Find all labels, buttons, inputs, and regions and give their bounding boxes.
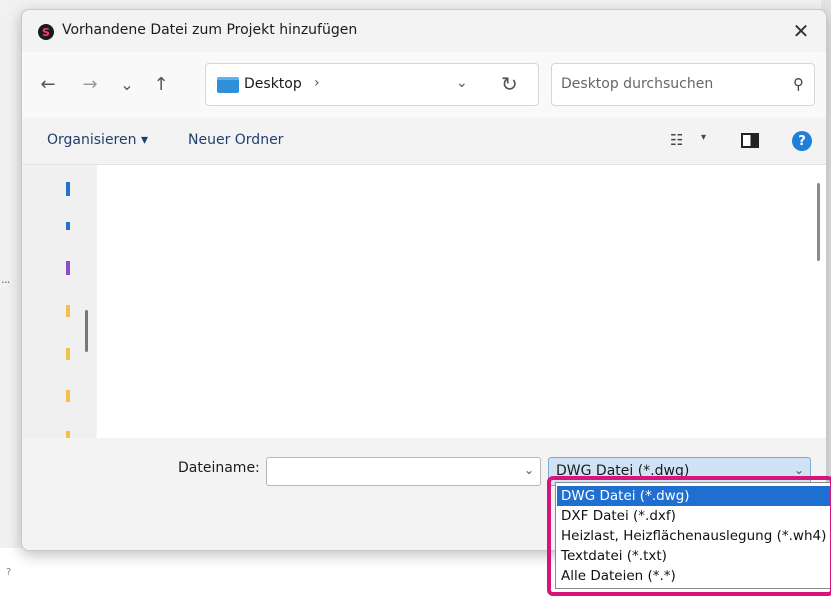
search-placeholder: Desktop durchsuchen [561, 76, 714, 92]
folder-icon[interactable] [66, 305, 70, 317]
dialog-title: Vorhandene Datei zum Projekt hinzufügen [62, 22, 358, 38]
refresh-icon[interactable]: ↻ [501, 72, 518, 96]
organize-menu-button[interactable]: Organisieren ▾ [47, 132, 148, 148]
navigation-pane[interactable] [22, 165, 96, 438]
nav-item-icon[interactable] [66, 261, 70, 275]
filename-dropdown-icon[interactable]: ⌄ [524, 463, 534, 477]
file-type-option-wh4[interactable]: Heizlast, Heizflächenauslegung (*.wh4) [557, 526, 830, 546]
file-list-area[interactable] [97, 165, 826, 438]
background-edge-char: ? [6, 567, 12, 578]
nav-item-icon[interactable] [66, 222, 70, 230]
file-type-option-all[interactable]: Alle Dateien (*.*) [557, 566, 830, 586]
help-icon[interactable]: ? [792, 131, 812, 151]
navigation-scrollbar[interactable] [85, 310, 88, 352]
close-icon[interactable]: ✕ [786, 16, 816, 46]
file-open-dialog: S Vorhandene Datei zum Projekt hinzufüge… [21, 9, 827, 551]
title-bar: S Vorhandene Datei zum Projekt hinzufüge… [22, 10, 826, 52]
breadcrumb-separator-icon[interactable]: › [314, 75, 320, 91]
preview-pane-icon[interactable] [741, 133, 759, 148]
nav-item-icon[interactable] [66, 182, 70, 196]
recent-locations-chevron-icon[interactable]: ⌄ [115, 72, 139, 96]
folder-icon[interactable] [66, 348, 70, 360]
desktop-folder-icon [217, 77, 239, 93]
folder-icon[interactable] [66, 390, 70, 402]
folder-icon[interactable] [66, 431, 70, 438]
forward-arrow-icon[interactable]: → [78, 72, 102, 96]
file-type-option-dwg[interactable]: DWG Datei (*.dwg) [557, 486, 830, 506]
file-type-dropdown-icon[interactable]: ⌄ [794, 463, 804, 477]
command-toolbar: Organisieren ▾ Neuer Ordner ☷ ▾ ? [22, 118, 826, 165]
view-options-icon[interactable]: ☷ [670, 131, 683, 149]
file-type-option-dxf[interactable]: DXF Datei (*.dxf) [557, 506, 830, 526]
background-ellipsis: ... [1, 272, 11, 286]
back-arrow-icon[interactable]: ← [36, 72, 60, 96]
filename-label: Dateiname: [178, 460, 260, 476]
search-icon[interactable]: ⚲ [793, 75, 804, 93]
up-arrow-icon[interactable]: ↑ [149, 72, 173, 96]
file-type-selected[interactable]: DWG Datei (*.dwg) [556, 463, 689, 479]
filename-input[interactable]: ⌄ [266, 457, 541, 486]
app-logo-icon: S [38, 24, 54, 40]
search-input[interactable]: Desktop durchsuchen ⚲ [551, 63, 815, 106]
file-type-dropdown-list[interactable]: DWG Datei (*.dwg) DXF Datei (*.dxf) Heiz… [555, 482, 831, 589]
navigation-bar: ← → ⌄ ↑ Desktop › ⌄ ↻ Desktop durchsuche… [22, 52, 826, 118]
address-path[interactable]: Desktop [244, 76, 302, 92]
address-bar[interactable]: Desktop › ⌄ ↻ [205, 63, 539, 106]
new-folder-button[interactable]: Neuer Ordner [188, 132, 283, 148]
address-dropdown-icon[interactable]: ⌄ [456, 75, 468, 91]
view-dropdown-icon[interactable]: ▾ [701, 132, 706, 143]
file-type-option-txt[interactable]: Textdatei (*.txt) [557, 546, 830, 566]
file-list-scrollbar[interactable] [817, 183, 820, 261]
